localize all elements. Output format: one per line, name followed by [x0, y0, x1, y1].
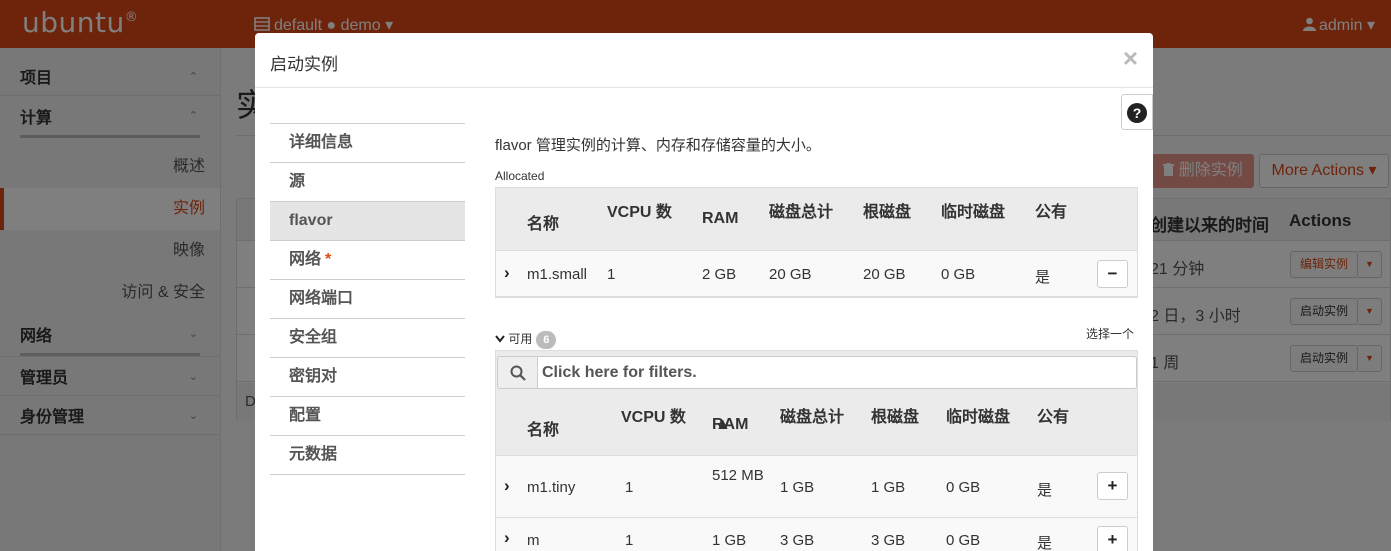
filter-bar: Click here for filters.: [495, 350, 1138, 391]
column-header-name: 名称: [527, 216, 560, 233]
allocated-table: 名称 VCPU 数 RAM 磁盘总计 根磁盘 临时磁盘 公有 › m1.smal…: [495, 187, 1138, 298]
cell-ephemeral: 0 GB: [946, 532, 981, 549]
table-row[interactable]: › m1.small 1 2 GB 20 GB 20 GB 0 GB 是 −: [496, 251, 1137, 297]
chevron-right-icon[interactable]: ›: [504, 263, 510, 283]
search-icon: [510, 365, 526, 381]
allocated-label: Allocated: [495, 169, 545, 183]
available-label: 可用: [508, 332, 533, 346]
column-header-public[interactable]: 公有: [1037, 403, 1069, 427]
table-header: 名称 VCPU 数 RAM ▲ 磁盘总计 根磁盘 临时磁盘 公有: [496, 391, 1137, 456]
close-icon[interactable]: ×: [1123, 45, 1138, 71]
cell-name: m1.small: [527, 266, 588, 283]
cell-name: m1.tiny: [527, 479, 576, 496]
column-header-disk-total[interactable]: 磁盘总计: [780, 403, 844, 427]
column-header-vcpu[interactable]: VCPU 数: [621, 403, 686, 427]
wizard-step-network-ports[interactable]: 网络端口: [270, 280, 465, 319]
select-one-hint: 选择一个: [1086, 327, 1135, 341]
cell-disk-total: 20 GB: [769, 266, 812, 283]
wizard-step-key-pair[interactable]: 密钥对: [270, 358, 465, 397]
chevron-right-icon[interactable]: ›: [504, 528, 510, 548]
cell-public: 是: [1037, 535, 1053, 551]
modal-title: 启动实例: [270, 55, 338, 74]
wizard-step-configuration[interactable]: 配置: [270, 397, 465, 436]
wizard-step-flavor[interactable]: flavor: [270, 202, 465, 241]
help-button[interactable]: ?: [1121, 94, 1153, 130]
allocate-button[interactable]: +: [1097, 526, 1128, 551]
filter-input[interactable]: Click here for filters.: [537, 356, 1137, 389]
allocate-button[interactable]: +: [1097, 472, 1128, 500]
wizard-step-source[interactable]: 源: [270, 163, 465, 202]
column-header-root-disk[interactable]: 根磁盘: [871, 403, 919, 427]
wizard-step-label: 网络: [289, 251, 322, 268]
available-toggle[interactable]: 可用 6: [495, 330, 557, 349]
cell-vcpu: 1: [625, 479, 634, 496]
cell-vcpu: 1: [625, 532, 634, 549]
chevron-down-icon: [495, 335, 505, 343]
cell-public: 是: [1035, 269, 1051, 286]
wizard-step-details[interactable]: 详细信息: [270, 124, 465, 163]
wizard-nav: 详细信息 源 flavor 网络 * 网络端口 安全组 密钥对 配置 元数据: [270, 123, 465, 475]
table-row[interactable]: › m 1 1 GB 3 GB 3 GB 0 GB 是 +: [496, 518, 1137, 551]
flavor-description: flavor 管理实例的计算、内存和存储容量的大小。: [495, 137, 821, 154]
cell-disk-total: 1 GB: [780, 479, 815, 496]
cell-root-disk: 20 GB: [863, 266, 906, 283]
question-icon: ?: [1127, 103, 1147, 123]
available-table: 名称 VCPU 数 RAM ▲ 磁盘总计 根磁盘 临时磁盘 公有 › m1.tin…: [495, 391, 1138, 551]
cell-ram: 1 GB: [712, 532, 747, 549]
available-count-badge: 6: [536, 331, 557, 349]
cell-ephemeral: 0 GB: [946, 479, 981, 496]
wizard-step-metadata[interactable]: 元数据: [270, 436, 465, 475]
column-header-disk-total: 磁盘总计: [769, 204, 834, 221]
sort-ascending-icon: ▲: [715, 416, 731, 433]
column-header-ram: RAM: [702, 210, 739, 227]
wizard-step-security-groups[interactable]: 安全组: [270, 319, 465, 358]
cell-vcpu: 1: [607, 266, 616, 283]
filter-search-addon[interactable]: [497, 356, 537, 389]
deallocate-button[interactable]: −: [1097, 260, 1128, 288]
cell-name: m: [527, 532, 540, 549]
cell-root-disk: 1 GB: [871, 479, 906, 496]
column-header-vcpu: VCPU 数: [607, 204, 672, 221]
cell-ram: 2 GB: [702, 266, 737, 283]
cell-ram: 512 MB: [712, 467, 764, 484]
column-header-ephemeral: 临时磁盘: [941, 204, 1006, 221]
column-header-name[interactable]: 名称: [527, 416, 559, 440]
modal-header: 启动实例 ×: [255, 33, 1153, 88]
launch-instance-modal: 启动实例 × ? 详细信息 源 flavor 网络 * 网络端口 安全组 密钥对 …: [255, 33, 1153, 551]
cell-ephemeral: 0 GB: [941, 266, 976, 283]
column-header-root-disk: 根磁盘: [863, 204, 912, 221]
required-asterisk-icon: *: [325, 251, 332, 268]
chevron-right-icon[interactable]: ›: [504, 476, 510, 496]
cell-root-disk: 3 GB: [871, 532, 906, 549]
wizard-step-networks[interactable]: 网络 *: [270, 241, 465, 280]
table-row[interactable]: › m1.tiny 1 512 MB 1 GB 1 GB 0 GB 是 +: [496, 456, 1137, 518]
table-header: 名称 VCPU 数 RAM 磁盘总计 根磁盘 临时磁盘 公有: [496, 188, 1137, 251]
column-header-public: 公有: [1035, 204, 1068, 221]
column-header-ephemeral[interactable]: 临时磁盘: [946, 403, 1010, 427]
cell-public: 是: [1037, 482, 1053, 499]
cell-disk-total: 3 GB: [780, 532, 815, 549]
